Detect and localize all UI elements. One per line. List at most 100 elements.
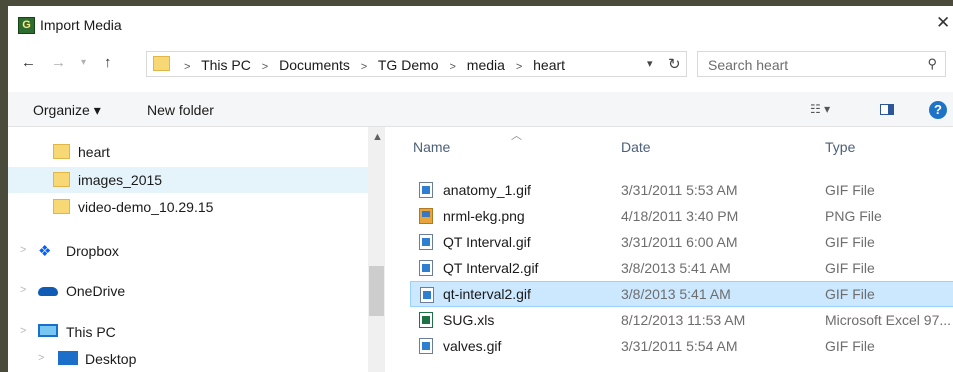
file-type: GIF File xyxy=(825,182,875,198)
sidebar-item-label: images_2015 xyxy=(78,172,163,188)
file-date: 3/31/2011 5:54 AM xyxy=(621,338,738,354)
file-type: PNG File xyxy=(825,208,882,224)
scroll-up-arrow-icon[interactable]: ▲ xyxy=(372,131,383,143)
breadcrumb-separator-icon: > xyxy=(261,61,269,73)
sidebar-item-label: This PC xyxy=(66,324,116,340)
desktop-icon xyxy=(58,351,78,365)
navigation-bar: ← → ▾ ↑ > This PC > Documents > TG Demo … xyxy=(8,50,953,80)
sidebar-item-label: video-demo_10.29.15 xyxy=(78,199,214,215)
file-date: 4/18/2011 3:40 PM xyxy=(621,208,739,224)
close-button[interactable]: ✕ xyxy=(936,13,950,33)
expand-chevron-icon[interactable]: > xyxy=(20,325,26,337)
gif-file-icon xyxy=(419,234,433,250)
organize-button[interactable]: Organize ▾ xyxy=(33,102,101,119)
file-name: anatomy_1.gif xyxy=(443,182,531,198)
recent-locations-chevron-icon[interactable]: ▾ xyxy=(81,57,86,68)
xls-file-icon xyxy=(419,312,433,328)
png-file-icon xyxy=(419,208,433,224)
folder-icon xyxy=(53,199,70,214)
app-icon: G xyxy=(18,17,35,34)
address-bar[interactable]: > This PC > Documents > TG Demo > media … xyxy=(146,51,687,77)
sidebar-item-onedrive[interactable]: > OneDrive xyxy=(8,278,368,304)
search-icon[interactable]: ⚲ xyxy=(927,56,937,72)
sidebar-item-this-pc[interactable]: > This PC xyxy=(8,319,368,345)
expand-chevron-icon[interactable]: > xyxy=(20,284,26,296)
gif-file-icon xyxy=(420,287,434,303)
file-row-selected[interactable]: qt-interval2.gif 3/8/2013 5:41 AM GIF Fi… xyxy=(410,281,953,307)
up-arrow-icon[interactable]: ↑ xyxy=(104,54,112,71)
file-date: 3/31/2011 5:53 AM xyxy=(621,182,738,198)
expand-chevron-icon[interactable]: > xyxy=(20,244,26,256)
gif-file-icon xyxy=(419,260,433,276)
file-row[interactable]: valves.gif 3/31/2011 5:54 AM GIF File xyxy=(410,333,953,359)
forward-arrow-icon[interactable]: → xyxy=(51,54,66,71)
sort-ascending-icon: ︿ xyxy=(511,130,522,142)
file-type: Microsoft Excel 97... xyxy=(825,312,952,328)
onedrive-cloud-icon xyxy=(38,287,58,296)
navigation-pane: heart images_2015 video-demo_10.29.15 > … xyxy=(8,127,385,372)
file-row[interactable]: SUG.xls 8/12/2013 11:53 AM Microsoft Exc… xyxy=(410,307,953,333)
gif-file-icon xyxy=(419,182,433,198)
import-media-dialog: G Import Media ✕ ← → ▾ ↑ > This PC > Doc… xyxy=(8,6,953,372)
folder-icon xyxy=(53,144,70,159)
file-type: GIF File xyxy=(825,234,875,250)
address-dropdown-icon[interactable]: ▾ xyxy=(647,57,653,70)
file-name: nrml-ekg.png xyxy=(443,208,525,224)
help-icon[interactable]: ? xyxy=(929,101,947,119)
gif-file-icon xyxy=(419,338,433,354)
file-name: QT Interval2.gif xyxy=(443,260,539,276)
folder-icon xyxy=(153,56,170,71)
sidebar-item-desktop[interactable]: > Desktop xyxy=(8,346,368,372)
sidebar-item-dropbox[interactable]: > ❖ Dropbox xyxy=(8,238,368,264)
breadcrumb-item[interactable]: Documents xyxy=(279,57,350,73)
sidebar-item-label: Dropbox xyxy=(66,243,119,259)
expand-chevron-icon[interactable]: > xyxy=(38,352,44,364)
sidebar-item-images-2015[interactable]: images_2015 xyxy=(8,167,368,193)
file-type: GIF File xyxy=(825,338,875,354)
file-row[interactable]: QT Interval2.gif 3/8/2013 5:41 AM GIF Fi… xyxy=(410,255,953,281)
new-folder-button[interactable]: New folder xyxy=(147,102,214,118)
file-name: QT Interval.gif xyxy=(443,234,531,250)
title-bar: G Import Media ✕ xyxy=(8,6,953,44)
breadcrumb-item[interactable]: media xyxy=(467,57,505,73)
folder-icon xyxy=(53,172,70,187)
change-view-icon[interactable]: ☷ ▾ xyxy=(810,102,830,116)
column-header-type[interactable]: Type xyxy=(825,139,855,155)
column-header-name[interactable]: Name xyxy=(413,139,450,155)
refresh-icon[interactable]: ↻ xyxy=(668,55,681,73)
search-placeholder: Search heart xyxy=(708,57,789,73)
sidebar-item-heart[interactable]: heart xyxy=(8,139,368,165)
breadcrumb-item[interactable]: heart xyxy=(533,57,565,73)
file-row[interactable]: QT Interval.gif 3/31/2011 6:00 AM GIF Fi… xyxy=(410,229,953,255)
file-name: SUG.xls xyxy=(443,312,495,328)
file-date: 8/12/2013 11:53 AM xyxy=(621,312,746,328)
file-row[interactable]: anatomy_1.gif 3/31/2011 5:53 AM GIF File xyxy=(410,177,953,203)
command-bar: Organize ▾ New folder ☷ ▾ ? xyxy=(8,92,953,127)
file-type: GIF File xyxy=(825,260,875,276)
file-date: 3/31/2011 6:00 AM xyxy=(621,234,738,250)
back-arrow-icon[interactable]: ← xyxy=(21,54,36,71)
file-type: GIF File xyxy=(825,286,875,302)
sidebar-scrollbar[interactable] xyxy=(368,127,385,372)
window-title: Import Media xyxy=(40,17,122,33)
sidebar-item-label: OneDrive xyxy=(66,283,126,299)
sidebar-item-label: heart xyxy=(78,144,110,160)
sidebar-scrollbar-thumb[interactable] xyxy=(369,266,384,316)
breadcrumb-separator-icon: > xyxy=(360,61,368,73)
sidebar-item-label: Desktop xyxy=(85,351,137,367)
file-row[interactable]: nrml-ekg.png 4/18/2011 3:40 PM PNG File xyxy=(410,203,953,229)
breadcrumb-item[interactable]: TG Demo xyxy=(378,57,439,73)
preview-pane-icon[interactable] xyxy=(880,104,894,115)
column-header-date[interactable]: Date xyxy=(621,139,651,155)
sidebar-item-video-demo[interactable]: video-demo_10.29.15 xyxy=(8,194,368,220)
breadcrumb-separator-icon: > xyxy=(515,61,523,73)
search-input[interactable]: Search heart ⚲ xyxy=(697,51,946,77)
file-name: valves.gif xyxy=(443,338,502,354)
computer-icon xyxy=(38,324,58,337)
dropbox-icon: ❖ xyxy=(38,243,52,260)
file-date: 3/8/2013 5:41 AM xyxy=(621,286,731,302)
breadcrumb: > This PC > Documents > TG Demo > media … xyxy=(177,57,565,73)
breadcrumb-item[interactable]: This PC xyxy=(201,57,251,73)
file-name: qt-interval2.gif xyxy=(443,286,531,302)
file-date: 3/8/2013 5:41 AM xyxy=(621,260,731,276)
